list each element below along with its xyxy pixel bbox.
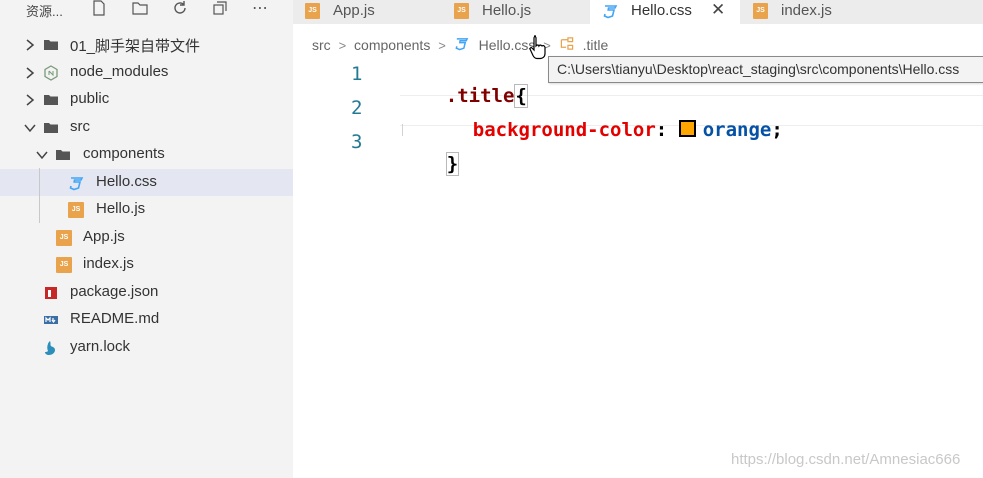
editor-tab-bar: JS App.js JS Hello.js Hello.css ✕ JS ind… bbox=[293, 0, 983, 24]
code-editor[interactable]: 1 2 3 .title{ background-color: orange; … bbox=[293, 60, 983, 478]
code-line-3: } bbox=[400, 131, 460, 197]
tab-label: Hello.js bbox=[482, 2, 532, 19]
folder-icon bbox=[44, 122, 58, 133]
chevron-down-icon bbox=[36, 151, 48, 160]
breadcrumb-item-src[interactable]: src bbox=[312, 37, 331, 53]
folder-icon bbox=[56, 150, 70, 160]
css-file-icon bbox=[454, 36, 469, 54]
chevron-right-icon bbox=[26, 39, 35, 51]
css-property: background-color bbox=[472, 119, 656, 141]
chevron-right-icon bbox=[26, 94, 35, 106]
css-selector-icon bbox=[559, 36, 575, 54]
breadcrumb-item-hello-css[interactable]: Hello.css bbox=[479, 37, 536, 53]
css-file-icon bbox=[69, 176, 84, 190]
tab-hello-css[interactable]: Hello.css ✕ bbox=[590, 0, 740, 24]
more-actions-icon[interactable]: ⋯ bbox=[250, 0, 270, 20]
file-path-tooltip: C:\Users\tianyu\Desktop\react_staging\sr… bbox=[548, 56, 983, 83]
tree-item-hello-js[interactable]: JS Hello.js bbox=[0, 196, 293, 224]
tree-item-src[interactable]: src bbox=[0, 114, 293, 142]
tree-item-label: src bbox=[70, 117, 90, 135]
folder-icon bbox=[44, 40, 58, 50]
tree-item-label: node_modules bbox=[70, 62, 169, 80]
tree-item-index-js[interactable]: JS index.js bbox=[0, 251, 293, 279]
tree-item-label: 01_脚手架自带文件 bbox=[70, 38, 201, 55]
file-tree: 01_脚手架自带文件 node_modules public src compo… bbox=[0, 31, 293, 361]
indent-guide bbox=[39, 168, 40, 223]
npm-package-icon bbox=[45, 286, 57, 299]
tree-item-label: package.json bbox=[70, 282, 159, 300]
refresh-icon[interactable] bbox=[170, 0, 190, 20]
tree-item-public[interactable]: public bbox=[0, 86, 293, 114]
tree-item-01-folder[interactable]: 01_脚手架自带文件 bbox=[0, 31, 293, 59]
tree-item-label: Hello.css bbox=[96, 172, 157, 190]
js-file-icon: JS bbox=[753, 3, 768, 19]
colon: : bbox=[655, 119, 668, 141]
js-file-icon: JS bbox=[68, 202, 84, 218]
collapse-all-icon[interactable] bbox=[210, 0, 230, 20]
tree-item-components[interactable]: components bbox=[0, 141, 293, 169]
close-brace: } bbox=[445, 152, 460, 176]
tree-item-app-js[interactable]: JS App.js bbox=[0, 224, 293, 252]
new-file-icon[interactable] bbox=[89, 0, 109, 20]
chevron-down-icon bbox=[24, 124, 36, 132]
tab-hello-js[interactable]: JS Hello.js bbox=[441, 0, 590, 24]
js-file-icon: JS bbox=[56, 229, 72, 246]
tree-item-yarn-lock[interactable]: yarn.lock bbox=[0, 334, 293, 362]
js-file-icon: JS bbox=[56, 257, 72, 273]
tree-item-node-modules[interactable]: node_modules bbox=[0, 59, 293, 87]
tree-item-hello-css[interactable]: Hello.css bbox=[0, 168, 293, 196]
line-number: 3 bbox=[351, 131, 363, 153]
hand-cursor-icon bbox=[529, 35, 546, 60]
tree-item-label: Hello.js bbox=[96, 200, 146, 217]
yarn-icon bbox=[45, 340, 55, 355]
markdown-file-icon bbox=[44, 316, 58, 324]
css-value: orange bbox=[702, 119, 772, 141]
tree-item-label: yarn.lock bbox=[70, 337, 131, 355]
code-line-2: background-color: orange; bbox=[427, 97, 783, 163]
tree-item-label: README.md bbox=[70, 310, 160, 327]
folder-icon bbox=[44, 95, 58, 105]
chevron-right-icon bbox=[26, 66, 35, 79]
breadcrumb-item-title-selector[interactable]: .title bbox=[583, 37, 609, 53]
chevron-right-icon: > bbox=[338, 37, 347, 53]
chevron-right-icon: > bbox=[438, 37, 446, 53]
tree-item-label: public bbox=[70, 90, 110, 107]
css-file-icon bbox=[603, 5, 618, 19]
tab-label: Hello.css bbox=[631, 2, 692, 19]
js-file-icon: JS bbox=[454, 3, 469, 19]
close-tab-icon[interactable]: ✕ bbox=[711, 0, 725, 20]
breadcrumb-item-components[interactable]: components bbox=[354, 37, 430, 53]
explorer-header: 资源... ⋯ bbox=[0, 0, 293, 24]
breadcrumb: src > components > Hello.css > .title bbox=[312, 36, 608, 56]
explorer-title: 资源... bbox=[26, 4, 63, 19]
tree-item-label: components bbox=[83, 145, 165, 162]
tab-label: index.js bbox=[781, 2, 832, 19]
semicolon: ; bbox=[771, 119, 783, 141]
watermark-text: https://blog.csdn.net/Amnesiac666 bbox=[731, 451, 961, 468]
js-file-icon: JS bbox=[305, 3, 320, 19]
tree-item-package-json[interactable]: package.json bbox=[0, 279, 293, 307]
tree-item-readme-md[interactable]: README.md bbox=[0, 306, 293, 334]
tab-index-js[interactable]: JS index.js bbox=[740, 0, 888, 24]
line-number: 2 bbox=[351, 97, 363, 119]
explorer-sidebar: 资源... ⋯ 01_脚手架自带文件 node_modules public s… bbox=[0, 0, 293, 478]
new-folder-icon[interactable] bbox=[130, 0, 150, 20]
color-swatch[interactable] bbox=[678, 120, 696, 137]
tab-label: App.js bbox=[333, 2, 375, 19]
tree-item-label: index.js bbox=[83, 255, 134, 272]
tree-item-label: App.js bbox=[83, 227, 125, 245]
line-number: 1 bbox=[351, 63, 363, 85]
node-modules-icon bbox=[44, 64, 58, 81]
tab-app-js[interactable]: JS App.js bbox=[293, 0, 441, 24]
